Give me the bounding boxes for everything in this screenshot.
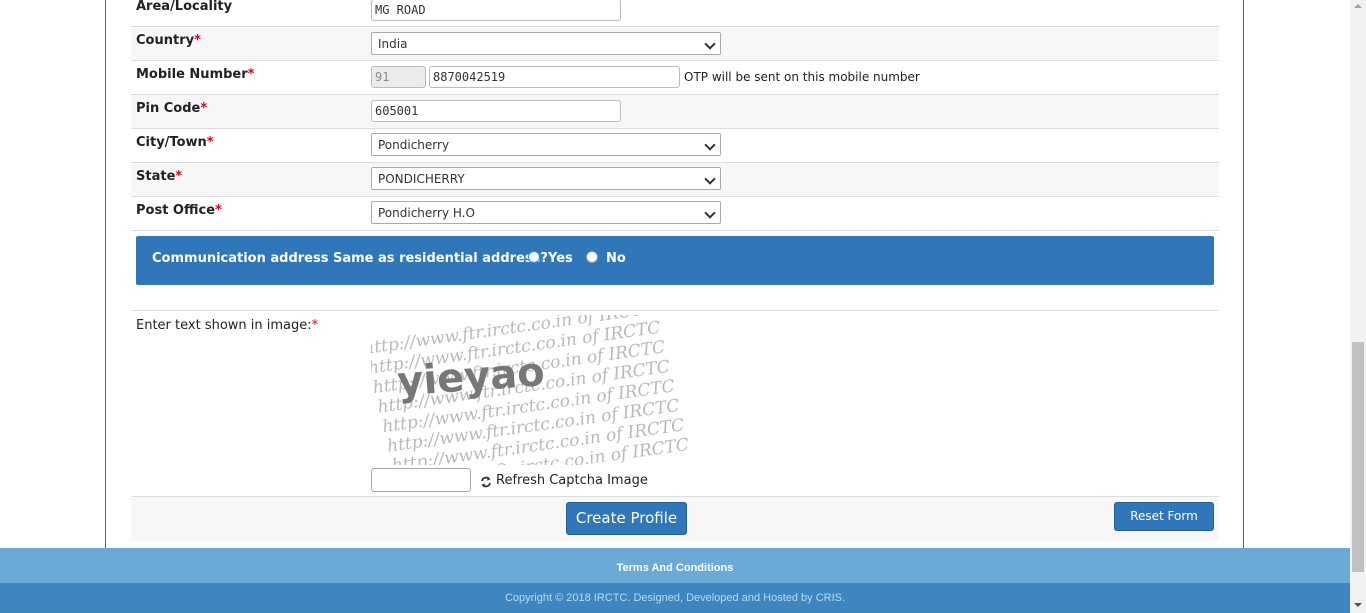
captcha-input[interactable] [371,468,471,492]
city-select[interactable]: Pondicherry [371,133,721,156]
country-value: India [378,37,408,51]
communication-address-banner: Communication address Same as residentia… [136,236,1214,285]
captcha-section: Enter text shown in image:* http://www.f… [131,310,1219,497]
terms-link[interactable]: Terms And Conditions [617,562,734,574]
row-area: Area/Locality MG ROAD [131,0,1219,27]
scroll-up-icon[interactable] [1354,4,1362,8]
reset-form-button[interactable]: Reset Form [1114,502,1214,531]
chevron-down-icon [704,139,716,151]
row-state: State* PONDICHERRY [131,163,1219,197]
area-label: Area/Locality [136,0,233,14]
footer-copyright-bar: Copyright © 2018 IRCTC. Designed, Develo… [0,583,1350,613]
radio-yes-label[interactable]: Yes [548,251,573,266]
captcha-label: Enter text shown in image:* [136,318,319,333]
state-label: State* [136,169,183,184]
captcha-image: http://www.ftr.irctc.co.in of IRCTC http… [371,315,723,465]
city-value: Pondicherry [378,138,450,152]
post-office-label: Post Office* [136,203,222,218]
state-select[interactable]: PONDICHERRY [371,167,721,190]
state-value: PONDICHERRY [378,172,465,186]
row-pin: Pin Code* 605001 [131,95,1219,129]
post-office-value: Pondicherry H.O [378,206,475,220]
refresh-captcha-link[interactable]: Refresh Captcha Image [496,473,648,488]
area-input[interactable]: MG ROAD [371,0,621,21]
create-profile-button[interactable]: Create Profile [566,502,687,535]
page-scrollbar[interactable] [1350,0,1366,613]
footer-terms-bar: Terms And Conditions [0,548,1350,583]
row-post-office: Post Office* Pondicherry H.O [131,197,1219,231]
radio-no-label[interactable]: No [606,251,626,266]
scroll-thumb[interactable] [1352,342,1364,572]
country-label: Country* [136,33,201,48]
scroll-down-icon[interactable] [1354,603,1362,607]
mobile-label: Mobile Number* [136,67,255,82]
row-country: Country* India [131,27,1219,61]
mobile-input[interactable]: 8870042519 [429,66,680,88]
pin-input[interactable]: 605001 [371,100,621,122]
action-bar: Create Profile Reset Form [131,497,1219,541]
chevron-down-icon [704,173,716,185]
country-select[interactable]: India [371,32,721,55]
post-office-select[interactable]: Pondicherry H.O [371,201,721,224]
otp-note: OTP will be sent on this mobile number [684,70,920,84]
chevron-down-icon [704,207,716,219]
copyright-text: Copyright © 2018 IRCTC. Designed, Develo… [504,592,846,604]
pin-label: Pin Code* [136,101,208,116]
refresh-icon[interactable] [479,475,493,489]
radio-yes[interactable] [528,251,540,263]
communication-question: Communication address Same as residentia… [152,251,548,266]
country-code-field: 91 [371,66,426,88]
radio-no[interactable] [586,251,598,263]
row-city: City/Town* Pondicherry [131,129,1219,163]
city-label: City/Town* [136,135,214,150]
row-mobile: Mobile Number* 91 8870042519 OTP will be… [131,61,1219,95]
chevron-down-icon [704,38,716,50]
